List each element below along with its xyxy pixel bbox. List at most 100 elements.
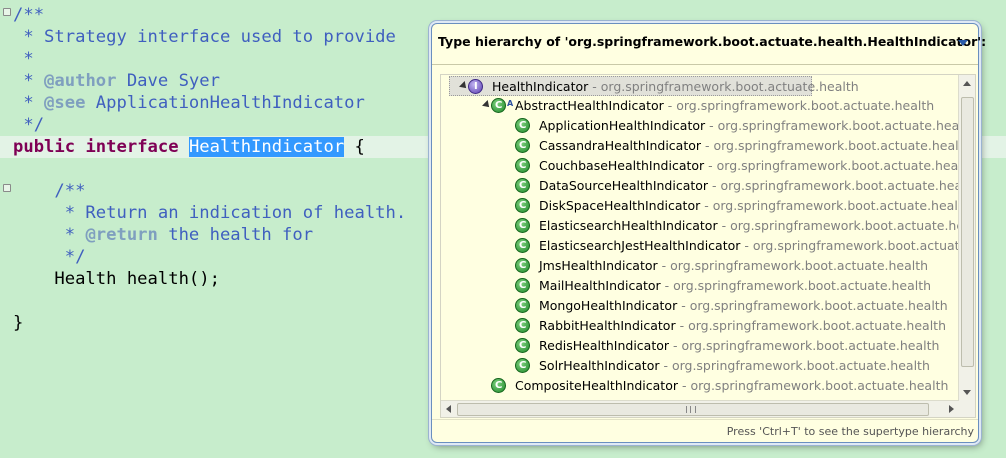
class-icon — [515, 218, 530, 233]
code-token: ApplicationHealthIndicator — [85, 93, 365, 113]
class-icon — [515, 158, 530, 173]
code-token: interface — [85, 137, 179, 157]
code-token: /** — [13, 5, 45, 25]
type-name: ElasticsearchHealthIndicator — [539, 218, 718, 233]
package-name: - org.springframework.boot.actuate.healt… — [677, 298, 948, 313]
type-name: CompositeHealthIndicator — [515, 378, 678, 393]
package-name: - org.springframework.boot.actuate.healt… — [701, 138, 972, 153]
tree-item[interactable]: HealthIndicator - org.springframework.bo… — [449, 76, 859, 96]
horizontal-scrollbar[interactable] — [441, 400, 959, 417]
package-name: - org.springframework.boot.actuate.healt… — [675, 318, 947, 333]
popup-header: Type hierarchy of 'org.springframework.b… — [432, 24, 986, 65]
code-token: * — [13, 71, 45, 91]
type-hierarchy-popup[interactable]: Type hierarchy of 'org.springframework.b… — [431, 23, 986, 443]
type-name: RedisHealthIndicator — [539, 338, 670, 353]
code-token: * Strategy interface used to provide — [13, 27, 396, 47]
type-name: HealthIndicator — [492, 79, 589, 94]
type-name: JmsHealthIndicator — [539, 258, 658, 273]
code-token: } — [13, 313, 24, 333]
scrollbar-corner — [959, 401, 975, 417]
package-name: - org.springframework.boot.actuate.healt… — [700, 198, 971, 213]
class-icon — [515, 278, 530, 293]
package-name: - org.springframework.boot.actuate.healt… — [678, 378, 949, 393]
package-name: - org.springframework.boot.actuate.healt… — [657, 258, 929, 273]
code-token: /** — [13, 181, 86, 201]
type-name: DataSourceHealthIndicator — [539, 178, 709, 193]
code-token: */ — [13, 247, 86, 267]
package-name: - org.springframework.boot.actuate.healt… — [663, 98, 935, 113]
code-token: */ — [13, 115, 45, 135]
class-icon — [515, 258, 530, 273]
class-icon — [515, 338, 530, 353]
class-icon — [515, 198, 530, 213]
type-name: MongoHealthIndicator — [539, 298, 678, 313]
tree-item-label: CassandraHealthIndicator - org.springfra… — [539, 136, 971, 156]
tree-item-label: DiskSpaceHealthIndicator - org.springfra… — [539, 196, 971, 216]
tree-item-label: ElasticsearchHealthIndicator - org.sprin… — [539, 216, 976, 236]
class-icon — [491, 378, 506, 393]
class-icon — [515, 138, 530, 153]
package-name: - org.springframework.boot.actuate.healt… — [659, 358, 930, 373]
scroll-down-arrow-icon[interactable] — [963, 390, 971, 395]
code-token: @return — [85, 225, 158, 245]
class-icon — [515, 238, 530, 253]
code-token: * — [13, 93, 45, 113]
tree-item-label: RedisHealthIndicator - org.springframewo… — [539, 336, 939, 356]
code-token: * — [13, 49, 34, 69]
tree-item-label: HealthIndicator - org.springframework.bo… — [492, 77, 859, 97]
code-token: public — [13, 137, 76, 157]
type-name: AbstractHealthIndicator — [515, 98, 664, 113]
type-name: CouchbaseHealthIndicator — [539, 158, 705, 173]
popup-title: Type hierarchy of 'org.springframework.b… — [438, 34, 987, 49]
code-token: { — [344, 137, 365, 157]
tree-item-label: AbstractHealthIndicator - org.springfram… — [515, 96, 934, 116]
type-name: SolrHealthIndicator — [539, 358, 660, 373]
vertical-scroll-thumb[interactable] — [961, 97, 974, 367]
code-token: Dave Syer — [116, 71, 220, 91]
package-name: - org.springframework.boot.actuate.healt… — [708, 178, 976, 193]
package-name: - org.springframework.boot.actuate.he — [740, 238, 976, 253]
abstract-marker-icon: A — [507, 99, 514, 108]
selected-identifier: HealthIndicator — [188, 137, 345, 157]
tree-item-label: CouchbaseHealthIndicator - org.springfra… — [539, 156, 975, 176]
tree-item-label: ElasticsearchJestHealthIndicator - org.s… — [539, 236, 976, 256]
type-name: DiskSpaceHealthIndicator — [539, 198, 701, 213]
code-token: @author — [44, 71, 117, 91]
package-name: - org.springframework.boot.actuate.healt… — [669, 338, 940, 353]
code-token: Health health(); — [13, 269, 220, 289]
tree-item-label: CompositeHealthIndicator - org.springfra… — [515, 376, 948, 396]
type-name: MailHealthIndicator — [539, 278, 661, 293]
status-divider — [432, 419, 978, 420]
vertical-scrollbar[interactable] — [958, 75, 975, 401]
view-menu-icon[interactable] — [956, 37, 970, 49]
tree-item-label: JmsHealthIndicator - org.springframework… — [539, 256, 928, 276]
type-name: CassandraHealthIndicator — [539, 138, 702, 153]
type-name: RabbitHealthIndicator — [539, 318, 676, 333]
package-name: - org.springframework.boot.actuate.healt… — [717, 218, 976, 233]
package-name: - org.springframework.boot.actuate.healt… — [704, 158, 975, 173]
type-name: ElasticsearchJestHealthIndicator — [539, 238, 741, 253]
scroll-left-arrow-icon[interactable] — [446, 405, 451, 413]
code-token: @see — [44, 93, 86, 113]
code-token: * Return an indication of health. — [13, 203, 407, 223]
class-icon — [515, 318, 530, 333]
package-name: - org.springframework.boot.actuate.healt… — [588, 79, 859, 94]
scroll-up-arrow-icon[interactable] — [963, 81, 971, 86]
tree-item-label: SolrHealthIndicator - org.springframewor… — [539, 356, 930, 376]
type-name: ApplicationHealthIndicator — [539, 118, 706, 133]
scroll-right-arrow-icon[interactable] — [949, 405, 954, 413]
code-token: the health for — [157, 225, 314, 245]
class-icon — [515, 178, 530, 193]
horizontal-scroll-thumb[interactable] — [457, 403, 929, 416]
code-token: * — [13, 225, 86, 245]
class-icon — [515, 298, 530, 313]
hierarchy-tree[interactable]: HealthIndicator - org.springframework.bo… — [440, 74, 976, 418]
tree-item-label: ApplicationHealthIndicator - org.springf… — [539, 116, 975, 136]
grip-icon — [686, 406, 696, 413]
popup-status-text: Press 'Ctrl+T' to see the supertype hier… — [726, 425, 974, 438]
tree-item-label: MailHealthIndicator - org.springframewor… — [539, 276, 931, 296]
class-icon — [515, 118, 530, 133]
interface-icon — [468, 79, 483, 94]
